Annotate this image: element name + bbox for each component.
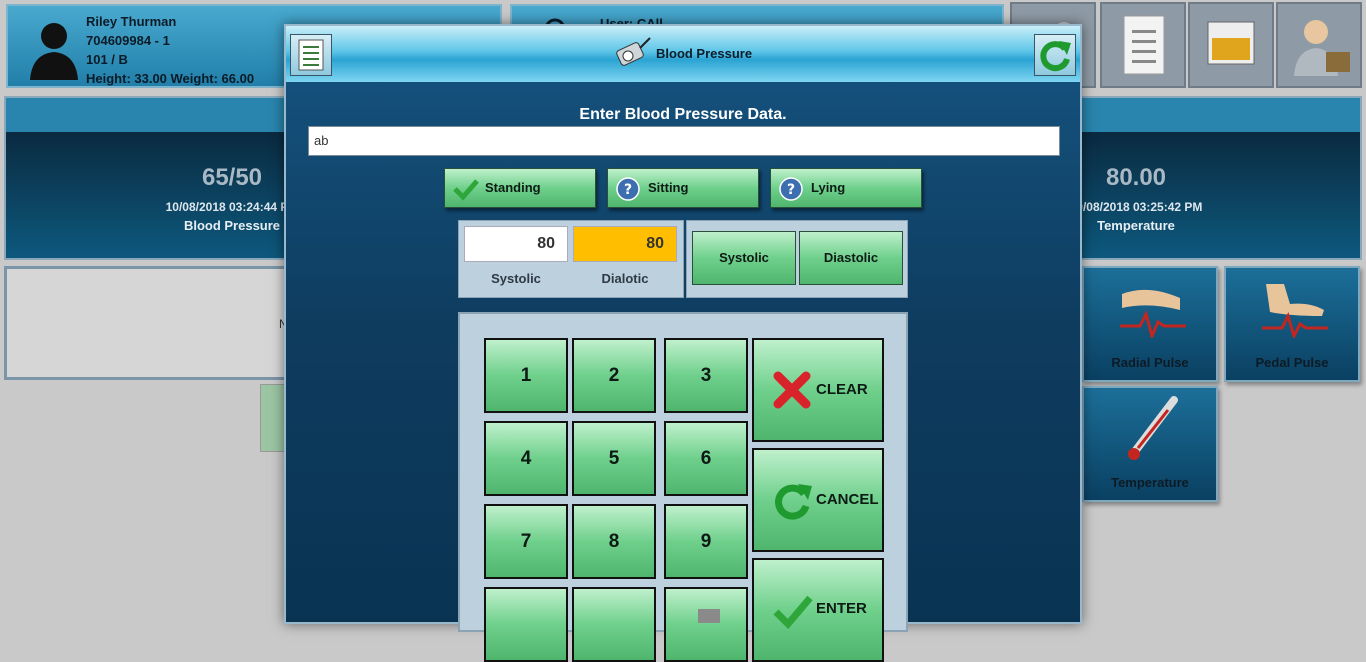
checkmark-icon: [453, 179, 479, 201]
key-backspace[interactable]: [664, 587, 748, 662]
undo-icon: [775, 484, 812, 520]
sitting-button[interactable]: ? Sitting: [607, 168, 759, 208]
tile-label: Temperature: [1111, 475, 1189, 490]
enter-label: ENTER: [816, 600, 867, 617]
sitting-label: Sitting: [648, 180, 689, 195]
blood-pressure-dialog: Blood Pressure Enter Blood Pressure Data…: [284, 24, 1082, 662]
key-7[interactable]: 7: [484, 504, 568, 579]
document-icon: [1123, 15, 1165, 75]
patient-info: Riley Thurman 704609984 - 1 101 / B Heig…: [86, 12, 254, 88]
svg-text:?: ?: [787, 182, 795, 198]
patient-id: 704609984 - 1: [86, 33, 170, 48]
lying-button[interactable]: ? Lying: [770, 168, 922, 208]
key-4[interactable]: 4: [484, 421, 568, 496]
tile-radial-pulse[interactable]: Radial Pulse: [1082, 266, 1218, 382]
key-9[interactable]: 9: [664, 504, 748, 579]
patient-avatar-icon: [30, 23, 78, 80]
notes-panel: N: [4, 266, 304, 380]
key-8[interactable]: 8: [572, 504, 656, 579]
select-diastolic-button[interactable]: Diastolic: [799, 231, 903, 285]
select-systolic-button[interactable]: Systolic: [692, 231, 796, 285]
dialog-header: Blood Pressure: [286, 26, 1080, 82]
tile-label: Pedal Pulse: [1255, 355, 1329, 370]
key-2[interactable]: 2: [572, 338, 656, 413]
key-1[interactable]: 1: [484, 338, 568, 413]
clear-x-icon: [773, 371, 811, 409]
tile-pedal-pulse[interactable]: Pedal Pulse: [1224, 266, 1360, 382]
enter-button[interactable]: ENTER: [752, 558, 884, 662]
bp-readout-panel: 80 80 Systolic Dialotic: [458, 220, 684, 298]
dialog-refresh-button[interactable]: [1034, 34, 1076, 76]
dialog-title: Blood Pressure: [656, 46, 753, 61]
radial-pulse-icon: [1120, 289, 1186, 338]
help-icon: ?: [616, 177, 640, 201]
numeric-keypad: 1 2 3 4 5 6 7 8 9 CLEAR CANCEL ENTER: [458, 312, 908, 662]
standing-button[interactable]: Standing: [444, 168, 596, 208]
standing-label: Standing: [485, 180, 541, 195]
field-select-panel: Systolic Diastolic: [686, 220, 908, 298]
systolic-value[interactable]: 80: [464, 226, 568, 262]
toolbar-document-button[interactable]: [1100, 2, 1186, 88]
checkmark-icon: [773, 595, 813, 630]
lying-label: Lying: [811, 180, 846, 195]
tile-temperature[interactable]: Temperature: [1082, 386, 1218, 502]
patient-name: Riley Thurman: [86, 14, 177, 29]
patient-room: 101 / B: [86, 52, 128, 67]
toolbar-user-lock-button[interactable]: [1276, 2, 1362, 88]
systolic-label: Systolic: [491, 271, 541, 286]
user-lock-icon: [1294, 20, 1350, 76]
dialog-prompt: Enter Blood Pressure Data.: [579, 106, 787, 123]
svg-text:?: ?: [624, 182, 632, 198]
blood-pressure-icon: [616, 37, 651, 66]
clear-button[interactable]: CLEAR: [752, 338, 884, 442]
help-icon: ?: [779, 177, 803, 201]
tile-label: Radial Pulse: [1111, 355, 1189, 370]
backspace-icon: [698, 609, 720, 623]
blood-pressure-input[interactable]: ab: [308, 126, 1060, 156]
window-icon: [1207, 21, 1255, 65]
dialog-notes-button[interactable]: [290, 34, 332, 76]
refresh-icon: [1040, 41, 1071, 72]
key-5[interactable]: 5: [572, 421, 656, 496]
key-3[interactable]: 3: [664, 338, 748, 413]
key-6[interactable]: 6: [664, 421, 748, 496]
key-bottom-middle[interactable]: [572, 587, 656, 662]
thermometer-icon: [1128, 396, 1178, 460]
diastolic-label: Dialotic: [601, 271, 649, 286]
cancel-label: CANCEL: [816, 491, 879, 508]
patient-height-weight: Height: 33.00 Weight: 66.00: [86, 71, 255, 86]
cancel-button[interactable]: CANCEL: [752, 448, 884, 552]
toolbar-window-button[interactable]: [1188, 2, 1274, 88]
clear-label: CLEAR: [816, 381, 868, 398]
key-bottom-left[interactable]: [484, 587, 568, 662]
pedal-pulse-icon: [1262, 284, 1328, 338]
diastolic-value[interactable]: 80: [573, 226, 677, 262]
notepad-icon: [298, 39, 324, 71]
